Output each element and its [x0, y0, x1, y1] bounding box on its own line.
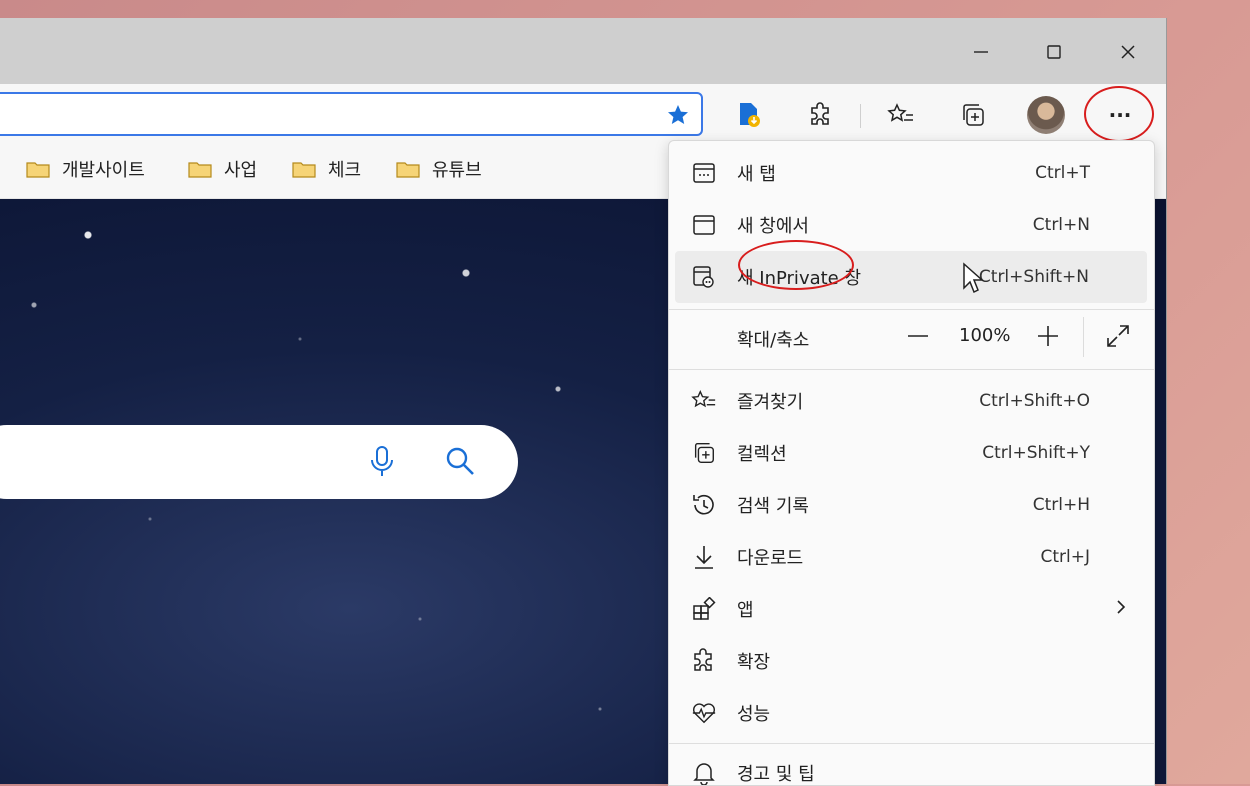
- menu-item-shortcut: Ctrl+Shift+N: [978, 267, 1089, 287]
- highlight-ring-inprivate: [738, 240, 854, 290]
- menu-item-performance[interactable]: 성능: [669, 687, 1154, 739]
- menu-divider: [669, 369, 1154, 370]
- menu-item-alerts-tips[interactable]: 경고 및 팁: [669, 747, 1154, 785]
- toolbar-divider: [860, 104, 861, 128]
- bookmark-folder[interactable]: 체크: [292, 156, 361, 182]
- menu-item-label: 다운로드: [737, 548, 804, 569]
- menu-item-label: 컬렉션: [737, 444, 787, 465]
- search-icon[interactable]: [444, 445, 476, 481]
- browser-toolbar: ···: [0, 84, 1166, 147]
- minus-icon: [908, 335, 928, 337]
- menu-item-shortcut: Ctrl+T: [1035, 163, 1090, 183]
- menu-item-extensions[interactable]: 확장: [669, 635, 1154, 687]
- menu-item-shortcut: Ctrl+H: [1032, 495, 1090, 515]
- menu-item-label: 경고 및 팁: [737, 764, 815, 785]
- address-bar[interactable]: [0, 92, 703, 136]
- menu-item-shortcut: Ctrl+Shift+O: [979, 391, 1090, 411]
- performance-icon: [691, 700, 717, 726]
- close-button[interactable]: [1105, 32, 1151, 72]
- favorites-button[interactable]: [882, 96, 920, 134]
- favorite-star-icon[interactable]: [665, 103, 691, 131]
- folder-icon: [292, 162, 316, 178]
- menu-item-label: 새 창에서: [737, 216, 809, 237]
- highlight-ring-more-button: [1084, 86, 1154, 142]
- maximize-icon: [1047, 45, 1061, 59]
- minimize-icon: [974, 51, 988, 53]
- menu-item-label: 성능: [737, 704, 771, 725]
- menu-item-label: 검색 기록: [737, 496, 809, 517]
- apps-icon: [691, 596, 717, 622]
- menu-item-collections[interactable]: 컬렉션 Ctrl+Shift+Y: [669, 427, 1154, 479]
- settings-menu: 새 탭 Ctrl+T 새 창에서 Ctrl+N 새 InPrivate 창 Ct…: [668, 140, 1155, 786]
- microphone-icon[interactable]: [368, 445, 396, 483]
- extensions-button[interactable]: [802, 96, 840, 134]
- new-tab-icon: [691, 160, 717, 186]
- menu-item-downloads[interactable]: 다운로드 Ctrl+J: [669, 531, 1154, 583]
- menu-item-favorites[interactable]: 즐겨찾기 Ctrl+Shift+O: [669, 375, 1154, 427]
- menu-item-new-tab[interactable]: 새 탭 Ctrl+T: [669, 147, 1154, 199]
- bookmark-folder[interactable]: 유튜브: [396, 156, 482, 182]
- zoom-in-button[interactable]: [1033, 321, 1063, 351]
- menu-item-label: 즐겨찾기: [737, 392, 804, 413]
- collections-button[interactable]: [954, 96, 992, 134]
- bookmark-label: 개발사이트: [62, 160, 145, 181]
- menu-item-label: 확대/축소: [737, 330, 810, 351]
- zoom-level: 100%: [959, 325, 1011, 346]
- extensions-icon: [691, 648, 717, 674]
- close-icon: [1121, 45, 1135, 59]
- menu-divider: [669, 309, 1154, 310]
- collections-icon: [691, 440, 717, 466]
- folder-icon: [396, 162, 420, 178]
- menu-item-history[interactable]: 검색 기록 Ctrl+H: [669, 479, 1154, 531]
- bookmark-label: 사업: [224, 160, 258, 181]
- menu-item-shortcut: Ctrl+N: [1032, 215, 1090, 235]
- zoom-divider: [1083, 317, 1084, 357]
- zoom-out-button[interactable]: [903, 321, 933, 351]
- page-download-button[interactable]: [730, 96, 768, 134]
- chevron-right-icon: [1114, 598, 1128, 621]
- file-download-icon: [740, 103, 760, 127]
- download-icon: [691, 544, 717, 570]
- history-icon: [691, 492, 717, 518]
- menu-item-new-window[interactable]: 새 창에서 Ctrl+N: [669, 199, 1154, 251]
- menu-item-label: 앱: [737, 600, 754, 621]
- menu-item-shortcut: Ctrl+Shift+Y: [982, 443, 1090, 463]
- inprivate-icon: [691, 264, 717, 290]
- menu-item-apps[interactable]: 앱: [669, 583, 1154, 635]
- new-window-icon: [691, 212, 717, 238]
- title-bar: [0, 18, 1166, 84]
- menu-item-label: 새 탭: [737, 164, 776, 185]
- menu-item-shortcut: Ctrl+J: [1040, 547, 1090, 567]
- folder-icon: [188, 162, 212, 178]
- collections-icon: [963, 104, 984, 126]
- maximize-button[interactable]: [1031, 32, 1077, 72]
- menu-divider: [669, 743, 1154, 744]
- favorites-list-icon: [887, 103, 913, 122]
- bookmark-label: 체크: [328, 160, 362, 181]
- bell-icon: [691, 760, 717, 785]
- web-search-box[interactable]: [0, 425, 518, 499]
- bookmark-folder[interactable]: 개발사이트: [26, 156, 145, 182]
- minimize-button[interactable]: [958, 32, 1004, 72]
- favorites-icon: [691, 388, 717, 414]
- menu-item-label: 확장: [737, 652, 771, 673]
- plus-icon: [1038, 326, 1058, 346]
- folder-icon: [26, 162, 50, 178]
- puzzle-icon: [811, 102, 829, 125]
- mouse-cursor-icon: [962, 262, 984, 298]
- bookmark-label: 유튜브: [432, 160, 482, 181]
- expand-icon: [1107, 325, 1129, 347]
- bookmark-folder[interactable]: 사업: [188, 156, 257, 182]
- full-screen-button[interactable]: [1103, 321, 1133, 351]
- profile-avatar[interactable]: [1027, 96, 1065, 134]
